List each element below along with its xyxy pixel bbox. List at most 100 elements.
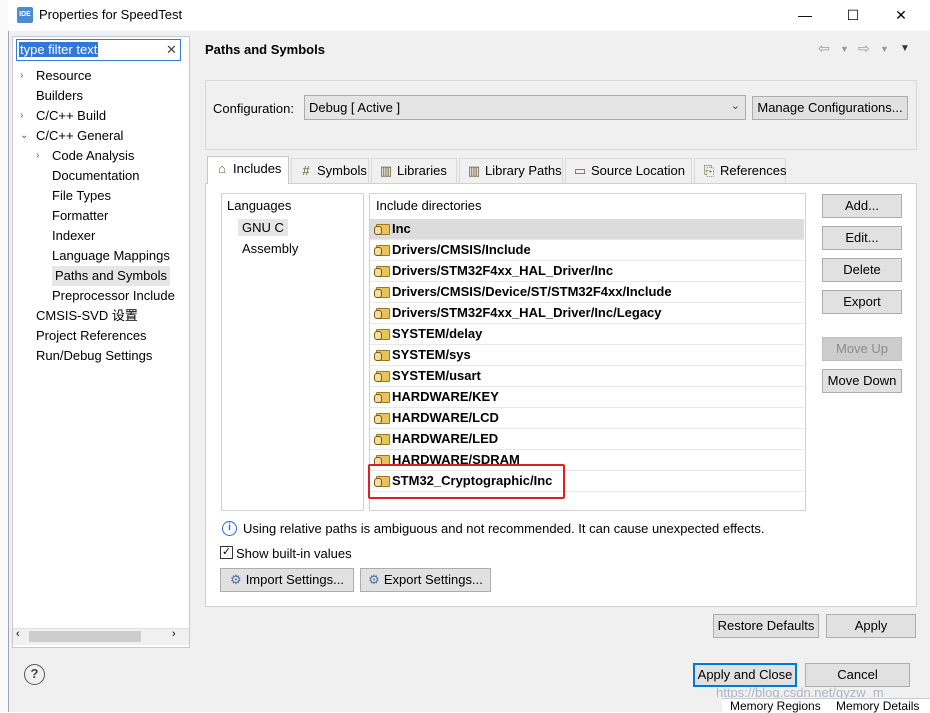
tree-item-label: Preprocessor Include	[52, 288, 175, 303]
show-builtin-label: Show built-in values	[236, 546, 352, 561]
minimize-icon[interactable]: —	[782, 0, 828, 31]
chevron-down-icon[interactable]: ⌄	[20, 126, 30, 146]
include-directory-row[interactable]: HARDWARE/KEY	[370, 387, 804, 408]
tree-item-label: Formatter	[52, 208, 109, 223]
tree-item-label: Indexer	[52, 228, 96, 243]
tab-label: Library Paths	[485, 163, 562, 178]
forward-icon[interactable]: ⇨	[858, 40, 870, 57]
close-icon[interactable]: ✕	[878, 0, 924, 31]
include-directory-path: Inc	[392, 221, 411, 236]
include-directory-row[interactable]: HARDWARE/LCD	[370, 408, 804, 429]
tree-item-label: Paths and Symbols	[52, 266, 171, 286]
tree-item-label: CMSIS-SVD 设置	[36, 308, 138, 323]
background-tab-memory-regions: Memory Regions	[730, 699, 821, 713]
include-directory-row[interactable]: Drivers/STM32F4xx_HAL_Driver/Inc	[370, 261, 804, 282]
scrollbar-thumb[interactable]	[29, 631, 141, 642]
language-label: Assembly	[242, 241, 299, 256]
background-tab-strip: Memory Regions Memory Details	[722, 698, 930, 713]
include-directory-path: HARDWARE/LCD	[392, 410, 499, 425]
languages-header: Languages	[227, 198, 292, 213]
view-menu-icon[interactable]: ▼	[900, 43, 910, 54]
include-directory-row[interactable]: Drivers/CMSIS/Include	[370, 240, 804, 261]
tab-source-location[interactable]: ▭ Source Location	[565, 158, 692, 183]
include-folder-icon	[374, 305, 390, 319]
include-directory-row[interactable]: Drivers/STM32F4xx_HAL_Driver/Inc/Legacy	[370, 303, 804, 324]
export-button[interactable]: Export	[822, 290, 902, 314]
include-directory-path: Drivers/CMSIS/Include	[392, 242, 531, 257]
cancel-button[interactable]: Cancel	[805, 663, 910, 687]
tab-symbols[interactable]: # Symbols	[291, 158, 369, 183]
include-directory-row[interactable]: SYSTEM/delay	[370, 324, 804, 345]
manage-configurations-button[interactable]: Manage Configurations...	[752, 96, 908, 120]
move-up-button[interactable]: Move Up	[822, 337, 902, 361]
language-label: GNU C	[242, 220, 284, 235]
include-directory-path: SYSTEM/delay	[392, 326, 483, 341]
tab-libraries[interactable]: ▥ Libraries	[371, 158, 457, 183]
edit-button[interactable]: Edit...	[822, 226, 902, 250]
tree-item-label: Code Analysis	[52, 148, 135, 163]
tab-label: Symbols	[317, 163, 367, 178]
tab-label: Includes	[233, 161, 282, 176]
language-item-assembly[interactable]: Assembly	[242, 241, 298, 256]
chevron-down-icon: ⌄	[730, 100, 740, 112]
tab-library-paths[interactable]: ▥ Library Paths	[459, 158, 563, 183]
libraries-icon: ▥	[379, 163, 393, 178]
tree-item-label: C/C++ Build	[36, 108, 107, 123]
restore-defaults-button[interactable]: Restore Defaults	[713, 614, 819, 638]
chevron-right-icon[interactable]: ›	[36, 146, 46, 166]
tree-item-label: Language Mappings	[52, 248, 170, 263]
tree-item-label: Resource	[36, 68, 92, 83]
page-title: Paths and Symbols	[205, 42, 325, 57]
include-folder-icon	[374, 410, 390, 424]
filter-input[interactable]: type filter text	[16, 39, 181, 61]
apply-and-close-button[interactable]: Apply and Close	[693, 663, 797, 687]
include-directories-header: Include directories	[376, 198, 482, 213]
configuration-select[interactable]: Debug [ Active ] ⌄	[304, 95, 746, 120]
include-directory-path: Drivers/STM32F4xx_HAL_Driver/Inc	[392, 263, 614, 278]
include-directory-row[interactable]: SYSTEM/usart	[370, 366, 804, 387]
tree-item-label: File Types	[52, 188, 112, 203]
apply-button[interactable]: Apply	[826, 614, 916, 638]
configuration-label: Configuration:	[213, 101, 294, 116]
configuration-value: Debug [ Active ]	[309, 100, 401, 115]
references-icon: ⎘	[703, 163, 715, 178]
filter-input-text: type filter text	[19, 42, 99, 57]
tab-label: Libraries	[397, 163, 447, 178]
tree-item-label: Project References	[36, 328, 147, 343]
scroll-right-icon[interactable]: ›	[172, 628, 176, 640]
include-folder-icon	[374, 284, 390, 298]
window-title: Properties for SpeedTest	[39, 7, 183, 22]
info-icon: i	[222, 521, 237, 536]
include-directory-row[interactable]: SYSTEM/sys	[370, 345, 804, 366]
include-folder-icon	[374, 242, 390, 256]
tab-references[interactable]: ⎘ References	[694, 158, 786, 183]
export-settings-label: Export Settings...	[383, 572, 483, 587]
tab-label: Source Location	[591, 163, 685, 178]
include-folder-icon	[374, 431, 390, 445]
import-settings-button[interactable]: ⚙ Import Settings...	[220, 568, 354, 592]
tab-includes[interactable]: ⌂ Includes	[207, 156, 289, 184]
maximize-icon[interactable]: ☐	[830, 0, 876, 31]
move-down-button[interactable]: Move Down	[822, 369, 902, 393]
forward-menu-icon[interactable]: ▼	[880, 44, 889, 54]
include-directory-row[interactable]: HARDWARE/LED	[370, 429, 804, 450]
import-settings-label: Import Settings...	[245, 572, 344, 587]
include-folder-icon	[374, 368, 390, 382]
scroll-left-icon[interactable]: ‹	[16, 628, 20, 640]
include-directory-path: Drivers/STM32F4xx_HAL_Driver/Inc/Legacy	[392, 305, 662, 320]
back-icon[interactable]: ⇦	[818, 40, 830, 57]
clear-filter-icon[interactable]: ✕	[166, 42, 177, 58]
include-directory-row[interactable]: Inc	[370, 219, 804, 240]
chevron-right-icon[interactable]: ›	[20, 106, 30, 126]
export-settings-icon: ⚙	[368, 572, 380, 587]
delete-button[interactable]: Delete	[822, 258, 902, 282]
export-settings-button[interactable]: ⚙ Export Settings...	[360, 568, 491, 592]
tree-item-label: Builders	[36, 88, 83, 103]
help-icon[interactable]: ?	[24, 664, 45, 685]
add-button[interactable]: Add...	[822, 194, 902, 218]
chevron-right-icon[interactable]: ›	[20, 66, 30, 86]
include-directory-row[interactable]: Drivers/CMSIS/Device/ST/STM32F4xx/Includ…	[370, 282, 804, 303]
show-builtin-checkbox[interactable]: ✓	[220, 546, 233, 559]
language-item-gnu-c[interactable]: GNU C	[238, 219, 288, 236]
back-menu-icon[interactable]: ▼	[840, 44, 849, 54]
